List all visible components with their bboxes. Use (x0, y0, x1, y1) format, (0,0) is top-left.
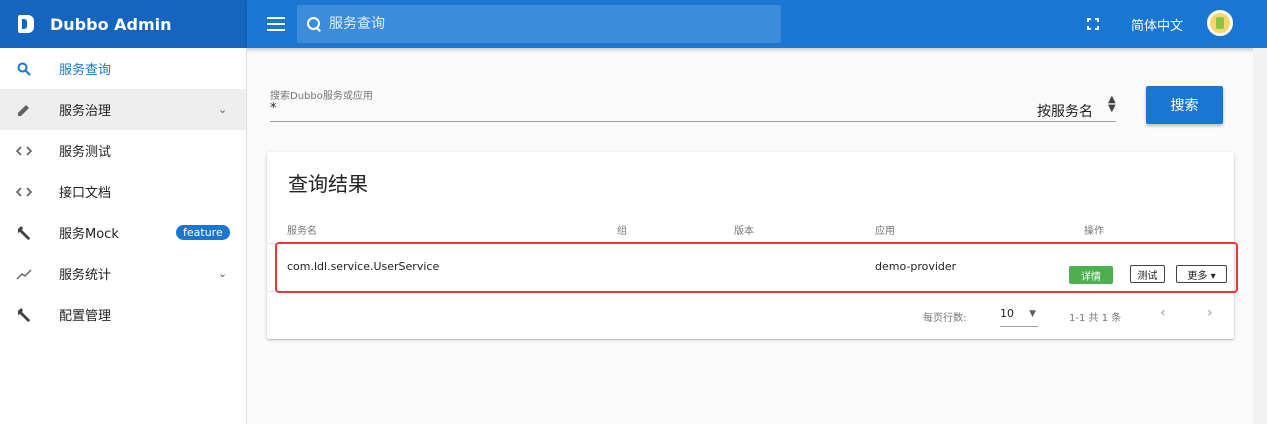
fullscreen-icon[interactable] (1087, 18, 1099, 30)
prev-page-button[interactable]: ‹ (1160, 305, 1166, 321)
main-content: 搜索Dubbo服务或应用 * 按服务名 ▲ ▼ 搜索 查询结果 服务名 组 版本 … (247, 48, 1253, 424)
pagination-range: 1-1 共 1 条 (1069, 313, 1122, 324)
brand-title: Dubbo Admin (50, 14, 172, 34)
rows-per-page-value: 10 (1000, 307, 1014, 320)
sidebar-item-service-mock[interactable]: 服务Mock feature (0, 212, 246, 253)
next-page-button[interactable]: › (1207, 305, 1213, 321)
sidebar: 服务查询 服务治理 ⌄ 服务测试 接口文档 服务Mock feature 服务统… (0, 48, 247, 424)
search-icon (14, 59, 34, 79)
results-title: 查询结果 (288, 172, 368, 196)
search-field-label: 搜索Dubbo服务或应用 (270, 91, 373, 102)
sidebar-item-label: 配置管理 (59, 309, 112, 324)
sidebar-item-label: 服务测试 (59, 145, 112, 160)
sidebar-item-api-docs[interactable]: 接口文档 (0, 171, 246, 212)
language-selector[interactable]: 简体中文 (1131, 15, 1183, 34)
sidebar-item-label: 接口文档 (59, 186, 112, 201)
sidebar-item-label: 服务查询 (59, 63, 112, 78)
app-toolbar (247, 0, 1267, 48)
global-search-input[interactable] (329, 16, 749, 32)
code-icon (14, 182, 34, 202)
wrench-icon (14, 223, 34, 243)
feature-badge: feature (176, 225, 230, 240)
sidebar-item-service-stats[interactable]: 服务统计 ⌄ (0, 253, 246, 294)
application-cell: demo-provider (875, 260, 957, 273)
dubbo-logo-icon (18, 15, 34, 33)
sidebar-item-config-management[interactable]: 配置管理 (0, 294, 246, 335)
chevron-down-icon: ⌄ (218, 103, 228, 116)
column-header-version[interactable]: 版本 (734, 222, 754, 237)
hamburger-menu-icon[interactable] (267, 17, 285, 31)
user-avatar[interactable] (1207, 10, 1233, 36)
chevron-down-icon: ⌄ (218, 267, 228, 280)
results-card: 查询结果 服务名 组 版本 应用 操作 com.ldl.service.User… (267, 152, 1238, 339)
sidebar-item-label: 服务Mock (59, 227, 119, 242)
rows-per-page-label: 每页行数: (923, 313, 967, 324)
table-row-divider (267, 291, 1234, 292)
top-app-bar: Dubbo Admin (0, 0, 1267, 48)
code-icon (14, 141, 34, 161)
column-header-application[interactable]: 应用 (875, 222, 895, 237)
sidebar-item-service-governance[interactable]: 服务治理 ⌄ (0, 89, 246, 130)
sidebar-item-label: 服务治理 (59, 104, 112, 119)
search-button[interactable]: 搜索 (1146, 86, 1223, 124)
test-button[interactable]: 测试 (1130, 265, 1165, 283)
column-header-group[interactable]: 组 (617, 222, 627, 237)
column-header-service[interactable]: 服务名 (287, 222, 317, 237)
detail-button[interactable]: 详情 (1069, 266, 1113, 284)
trending-icon (14, 264, 34, 284)
vertical-scrollbar[interactable] (1253, 48, 1267, 424)
more-button[interactable]: 更多 ▾ (1176, 265, 1227, 283)
service-name-cell: com.ldl.service.UserService (287, 260, 440, 273)
global-search[interactable] (297, 5, 781, 43)
column-header-actions: 操作 (1084, 226, 1104, 237)
sidebar-item-service-search[interactable]: 服务查询 (0, 48, 246, 89)
select-arrows-icon[interactable]: ▲ ▼ (1108, 95, 1116, 114)
search-field-underline (270, 121, 1116, 122)
search-icon (307, 17, 321, 31)
search-type-select[interactable]: 按服务名 (1037, 101, 1093, 121)
rows-per-page-select[interactable]: 10 ▼ (1000, 307, 1038, 327)
pencil-icon (14, 100, 34, 120)
wrench-icon (14, 305, 34, 325)
caret-down-icon: ▼ (1029, 309, 1036, 319)
search-field-input[interactable]: * (270, 101, 277, 116)
sidebar-item-label: 服务统计 (59, 268, 112, 283)
brand-area: Dubbo Admin (0, 0, 247, 48)
sidebar-item-service-test[interactable]: 服务测试 (0, 130, 246, 171)
